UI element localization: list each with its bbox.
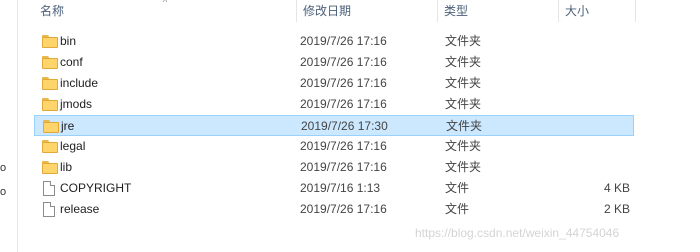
folder-icon <box>42 140 58 153</box>
file-row[interactable]: bin 2019/7/26 17:16 文件夹 <box>34 31 634 52</box>
file-name: legal <box>60 139 86 153</box>
file-size <box>574 94 630 115</box>
file-row[interactable]: lib 2019/7/26 17:16 文件夹 <box>34 157 634 178</box>
modified-date: 2019/7/26 17:16 <box>300 160 387 174</box>
file-row[interactable]: include 2019/7/26 17:16 文件夹 <box>34 73 634 94</box>
modified-date: 2019/7/26 17:16 <box>300 55 387 69</box>
file-name: include <box>60 76 99 90</box>
file-size <box>574 73 630 94</box>
file-type: 文件夹 <box>445 160 482 174</box>
file-type: 文件夹 <box>445 55 482 69</box>
file-name: jre <box>61 119 75 133</box>
modified-date: 2019/7/26 17:16 <box>300 76 387 90</box>
folder-icon <box>42 98 58 111</box>
modified-date: 2019/7/26 17:30 <box>301 119 388 133</box>
file-type: 文件夹 <box>445 97 482 111</box>
column-header-type[interactable]: 类型 <box>438 0 558 22</box>
file-name: jmods <box>60 97 93 111</box>
folder-icon <box>42 161 58 174</box>
file-size: 4 KB <box>603 181 630 195</box>
file-row[interactable]: release 2019/7/26 17:16 文件 2 KB <box>34 199 634 220</box>
file-type: 文件夹 <box>445 139 482 153</box>
modified-date: 2019/7/26 17:16 <box>300 34 387 48</box>
truncated-nav-text: o <box>0 162 7 174</box>
file-row[interactable]: jmods 2019/7/26 17:16 文件夹 <box>34 94 634 115</box>
file-type: 文件 <box>445 202 470 216</box>
folder-icon <box>42 77 58 90</box>
file-size <box>574 52 630 73</box>
file-type: 文件 <box>445 181 470 195</box>
file-name: release <box>60 202 100 216</box>
folder-icon <box>42 56 58 69</box>
truncated-nav-text: o <box>0 186 7 198</box>
file-type: 文件夹 <box>445 34 482 48</box>
watermark-text: https://blog.csdn.net/weixin_44754046 <box>415 226 620 240</box>
file-row[interactable]: legal 2019/7/26 17:16 文件夹 <box>34 136 634 157</box>
modified-date: 2019/7/16 1:13 <box>300 181 381 195</box>
file-type: 文件夹 <box>446 119 483 133</box>
modified-date: 2019/7/26 17:16 <box>300 97 387 111</box>
folder-icon <box>43 120 59 133</box>
file-row[interactable]: COPYRIGHT 2019/7/16 1:13 文件 4 KB <box>34 178 634 199</box>
file-size: 2 KB <box>603 202 630 216</box>
file-size <box>574 31 630 52</box>
file-name: COPYRIGHT <box>60 181 132 195</box>
file-name: bin <box>60 34 77 48</box>
file-name: lib <box>60 160 73 174</box>
folder-icon <box>42 35 58 48</box>
file-row[interactable]: conf 2019/7/26 17:16 文件夹 <box>34 52 634 73</box>
file-name: conf <box>60 55 83 69</box>
file-type: 文件夹 <box>445 76 482 90</box>
file-icon <box>43 202 55 217</box>
modified-date: 2019/7/26 17:16 <box>300 139 387 153</box>
file-size <box>574 157 630 178</box>
file-size <box>575 116 631 137</box>
modified-date: 2019/7/26 17:16 <box>300 202 387 216</box>
navigation-pane-edge: o o <box>0 0 18 252</box>
file-size <box>574 136 630 157</box>
column-header-size[interactable]: 大小 <box>559 0 635 22</box>
column-divider[interactable] <box>635 0 636 22</box>
file-row-selected[interactable]: jre 2019/7/26 17:30 文件夹 <box>34 115 634 136</box>
column-header-name[interactable]: 名称 <box>34 0 296 22</box>
column-header-date[interactable]: 修改日期 <box>297 0 437 22</box>
file-icon <box>43 181 55 196</box>
column-header-bar: ^ 名称 修改日期 类型 大小 <box>22 0 700 22</box>
